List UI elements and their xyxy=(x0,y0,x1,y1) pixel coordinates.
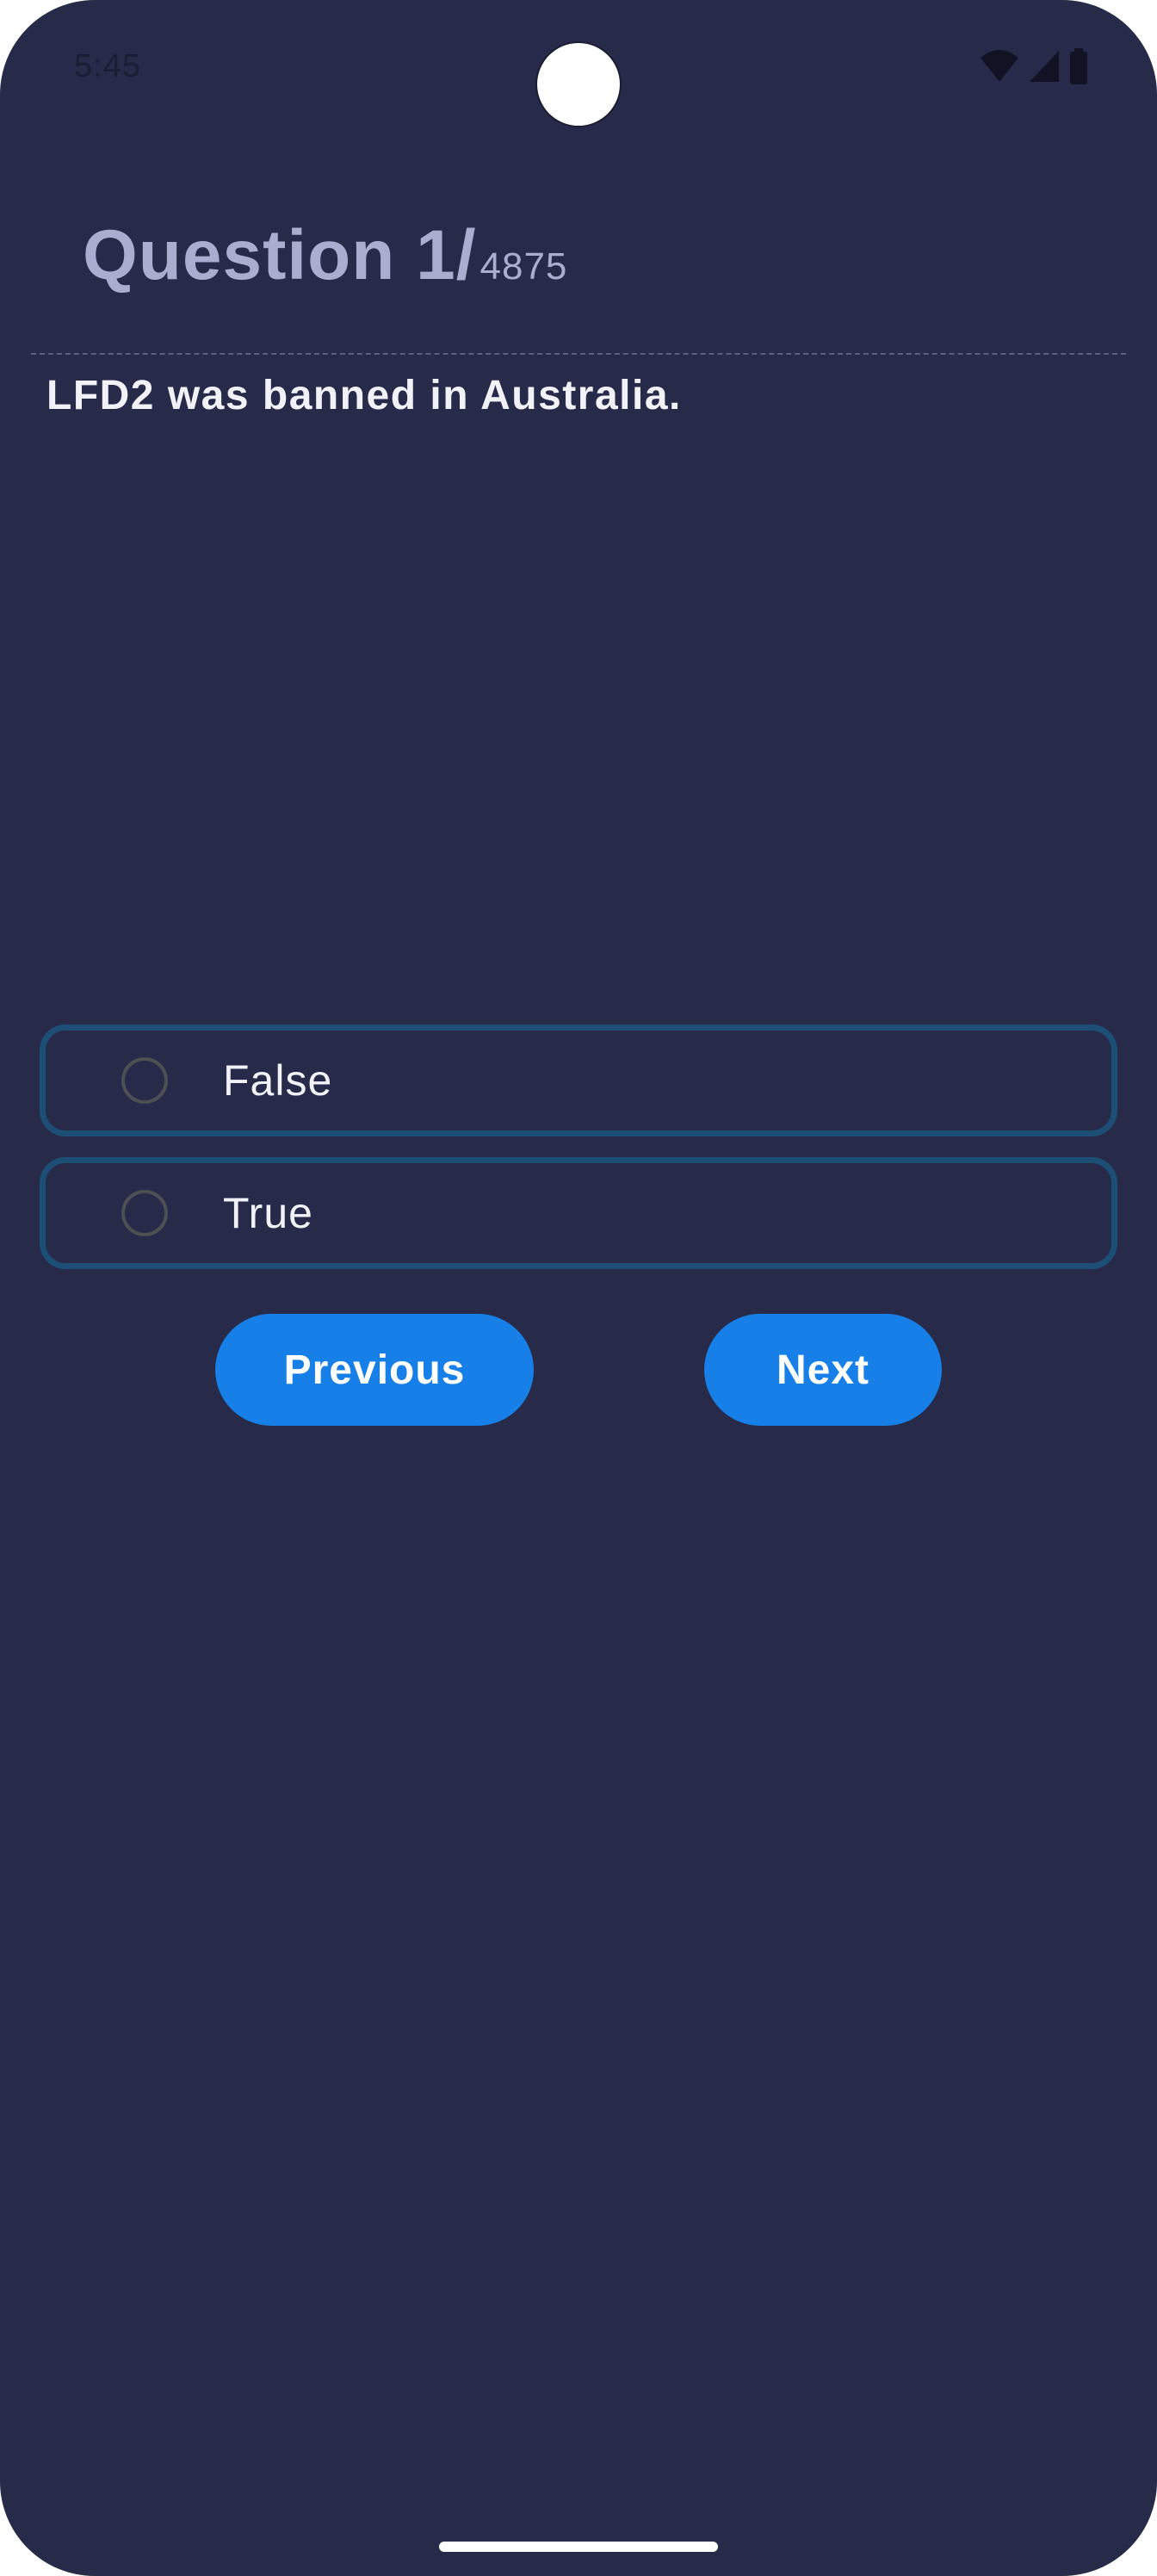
question-total: 4875 xyxy=(480,245,568,288)
question-header: Question 1/ 4875 xyxy=(83,215,567,296)
cellular-signal-icon xyxy=(1030,51,1059,82)
radio-button-icon[interactable] xyxy=(121,1057,168,1104)
answer-option-label: False xyxy=(223,1056,333,1105)
answer-option-true[interactable]: True xyxy=(40,1157,1117,1269)
camera-cutout xyxy=(537,43,620,126)
home-indicator[interactable] xyxy=(439,2542,718,2552)
answer-option-false[interactable]: False xyxy=(40,1025,1117,1136)
header-divider xyxy=(31,353,1126,355)
answer-option-label: True xyxy=(223,1189,313,1237)
status-time: 5:45 xyxy=(74,48,141,84)
question-text: LFD2 was banned in Australia. xyxy=(46,373,682,418)
battery-icon xyxy=(1070,48,1087,84)
previous-button[interactable]: Previous xyxy=(215,1314,534,1426)
status-icons xyxy=(980,48,1088,84)
app-screen: 5:45 Question 1/ 4875 LFD2 was banned in… xyxy=(0,0,1157,2576)
radio-button-icon[interactable] xyxy=(121,1190,168,1236)
question-number: Question 1/ xyxy=(83,216,477,294)
wifi-icon xyxy=(981,50,1018,82)
next-button[interactable]: Next xyxy=(704,1314,942,1426)
